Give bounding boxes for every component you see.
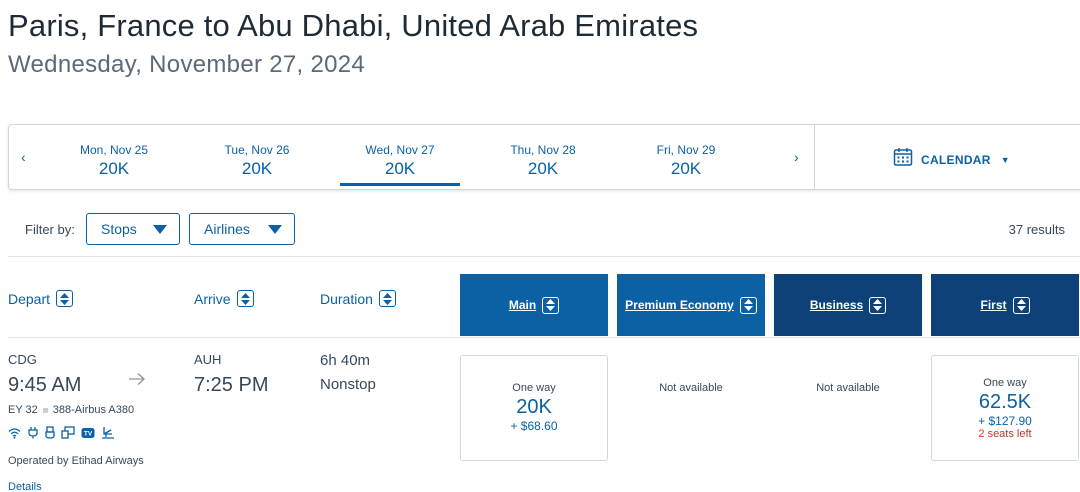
date-option-mon-nov-25[interactable]: Mon, Nov 25 20K <box>54 125 174 189</box>
details-link[interactable]: Details <box>8 481 42 492</box>
date-price: 20K <box>241 159 273 178</box>
fare-tax: + $127.90 <box>978 414 1032 428</box>
depart-time: 9:45 AM <box>8 374 82 396</box>
wifi-icon <box>8 427 21 439</box>
results-count: 37 results <box>1008 222 1065 237</box>
sort-icon <box>739 296 757 314</box>
date-label: Mon, Nov 25 <box>79 143 149 157</box>
origin-airport-code: CDG <box>8 352 37 367</box>
cabin-header-label: First <box>980 298 1007 312</box>
fare-business-status: Not available <box>816 382 880 394</box>
depart-sort-header[interactable]: Depart <box>8 290 74 307</box>
stops-filter-label: Stops <box>101 221 137 237</box>
usb-icon <box>45 426 55 439</box>
calendar-button[interactable]: CALENDAR ▼ <box>893 147 1010 172</box>
operated-by: Operated by Etihad Airways <box>8 455 144 467</box>
arrive-sort-header[interactable]: Arrive <box>194 290 254 307</box>
divider <box>814 125 815 189</box>
divider <box>8 256 1080 257</box>
sort-icon <box>56 290 74 307</box>
page-title: Paris, France to Abu Dhabi, United Arab … <box>8 8 699 43</box>
duration-sort-header[interactable]: Duration <box>320 290 396 307</box>
arrive-time: 7:25 PM <box>194 374 269 396</box>
date-label: Wed, Nov 27 <box>365 143 435 157</box>
date-option-thu-nov-28[interactable]: Thu, Nov 28 20K <box>483 125 603 189</box>
destination-airport-code: AUH <box>194 352 222 367</box>
depart-header-label: Depart <box>8 290 51 307</box>
fare-points: 62.5K <box>978 391 1032 413</box>
date-price: 20K <box>670 159 702 178</box>
stops-filter-dropdown[interactable]: Stops <box>86 213 180 245</box>
previous-dates-button[interactable]: ‹ <box>21 149 26 165</box>
airlines-filter-dropdown[interactable]: Airlines <box>189 213 295 245</box>
chevron-down-icon: ▼ <box>1000 154 1010 165</box>
calendar-icon <box>893 147 913 172</box>
power-icon <box>27 426 39 439</box>
flight-number: EY 32 <box>8 404 38 416</box>
date-label: Thu, Nov 28 <box>510 143 576 157</box>
arrow-right-icon <box>128 372 146 391</box>
entertainment-icon <box>61 426 75 439</box>
date-price: 20K <box>527 159 559 178</box>
cabin-header-label: Main <box>508 298 537 312</box>
next-dates-button[interactable]: › <box>794 149 799 165</box>
flight-info: EY 32 388-Airbus A380 <box>8 404 134 416</box>
date-label: Fri, Nov 29 <box>656 143 716 157</box>
date-selector: ‹ Mon, Nov 25 20K Tue, Nov 26 20K Wed, N… <box>8 124 1080 190</box>
date-price: 20K <box>98 159 130 178</box>
cabin-header-main[interactable]: Main <box>460 274 608 336</box>
amenities-list: TV <box>8 426 115 439</box>
date-option-fri-nov-29[interactable]: Fri, Nov 29 20K <box>626 125 746 189</box>
calendar-label: CALENDAR <box>921 152 991 167</box>
caret-down-icon <box>153 224 167 234</box>
page-subtitle: Wednesday, November 27, 2024 <box>8 51 366 78</box>
sort-icon <box>869 296 887 314</box>
divider <box>8 337 1080 338</box>
flight-duration: 6h 40m <box>320 352 371 369</box>
cabin-header-label: Business <box>809 298 864 312</box>
filter-label: Filter by: <box>25 222 75 237</box>
sort-icon <box>378 290 396 307</box>
fare-points: 20K <box>516 396 552 418</box>
fare-premium-economy-status: Not available <box>659 382 723 394</box>
fare-option-first[interactable]: One way 62.5K + $127.90 2 seats left <box>931 355 1079 461</box>
cabin-header-premium-economy[interactable]: Premium Economy <box>617 274 765 336</box>
fare-option-main[interactable]: One way 20K + $68.60 <box>460 355 608 461</box>
flight-stops: Nonstop <box>320 376 376 393</box>
airlines-filter-label: Airlines <box>204 221 250 237</box>
sort-icon <box>542 296 560 314</box>
caret-down-icon <box>268 224 282 234</box>
date-option-wed-nov-27[interactable]: Wed, Nov 27 20K <box>340 125 460 189</box>
arrive-header-label: Arrive <box>194 290 231 307</box>
tv-icon: TV <box>81 427 95 439</box>
seats-left-badge: 2 seats left <box>978 428 1032 440</box>
cabin-header-business[interactable]: Business <box>774 274 922 336</box>
svg-text:TV: TV <box>84 430 93 437</box>
cabin-header-first[interactable]: First <box>931 274 1079 336</box>
fare-one-way-label: One way <box>512 382 556 394</box>
lie-flat-seat-icon <box>101 426 115 439</box>
date-price: 20K <box>384 159 416 178</box>
sort-icon <box>1012 296 1030 314</box>
fare-one-way-label: One way <box>983 377 1027 389</box>
date-option-tue-nov-26[interactable]: Tue, Nov 26 20K <box>197 125 317 189</box>
sort-icon <box>236 290 254 307</box>
duration-header-label: Duration <box>320 290 373 307</box>
separator-icon <box>42 407 48 413</box>
date-label: Tue, Nov 26 <box>224 143 290 157</box>
fare-tax: + $68.60 <box>510 419 558 433</box>
cabin-header-label: Premium Economy <box>625 298 734 312</box>
aircraft-type: 388-Airbus A380 <box>52 404 135 416</box>
